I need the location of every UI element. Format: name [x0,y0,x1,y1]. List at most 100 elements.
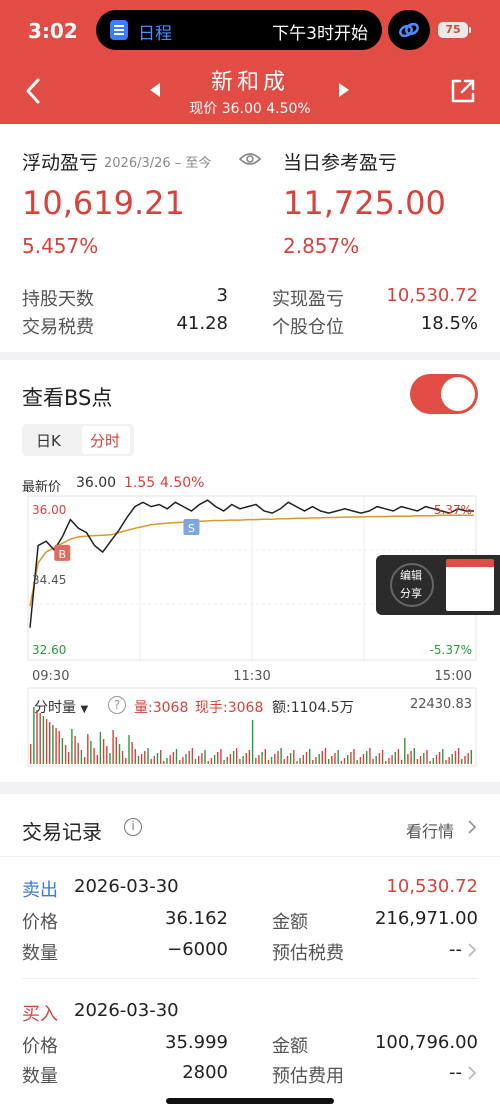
view-market-link[interactable]: 看行情 [406,818,454,842]
bs-toggle[interactable] [410,374,478,414]
volume-bar [289,753,292,764]
volume-bar [248,750,251,764]
float-profit-pct: 5.457% [22,234,99,258]
volume-bar [93,748,95,764]
overlay-thumbnail [446,559,494,611]
trade-type-buy: 买入 [22,1004,58,1025]
volume-bar [274,754,276,764]
volume-bar [442,749,444,764]
money-label: 金额 [272,1036,308,1057]
y-top-label: 36.00 [32,503,66,517]
volume-bar [112,730,114,764]
volume-bar [464,756,466,764]
volume-bar [172,752,175,764]
volume-bar [353,749,355,764]
app-header: 3:02 日程 下午3时开始 75 新和成 现价 36.00 4.50% [0,0,500,124]
volume-bar [213,755,216,764]
volume-bar [413,748,415,764]
home-indicator [166,1098,334,1104]
volume-bar [36,710,38,764]
volume-bar [102,739,105,764]
volume-bar [96,755,98,764]
volume-bar [239,759,241,764]
latest-pct: 4.50% [160,475,205,491]
volume-bar [343,758,346,764]
volume-bar [185,754,187,764]
volume-bar [83,757,86,764]
volume-bar [74,736,76,764]
volume-bar [426,750,428,764]
money-value: 100,796.00 [374,1032,478,1053]
volume-bar [400,760,403,764]
volume-bar [299,758,301,764]
volume-bar [404,738,406,764]
latest-change: 1.55 [124,475,156,491]
float-profit-value: 10,619.21 [22,184,185,222]
overlay-edit[interactable]: 编辑 [400,567,422,583]
volume-bar [30,744,32,764]
volume-bar [356,760,358,764]
day-profit-value: 11,725.00 [283,184,446,222]
chevron-right-icon[interactable] [466,1064,478,1082]
volume-bar [293,750,295,764]
volume-bar [457,748,460,764]
realized-profit-value: 10,530.72 [386,285,478,306]
pct-bottom-label: -5.37% [430,643,472,657]
next-stock-button[interactable] [339,83,349,97]
status-time: 3:02 [28,19,78,43]
volume-bar [277,751,279,764]
volume-bar [283,759,285,764]
fee-value: -- [449,1062,462,1083]
qty-value: −6000 [167,939,228,960]
link-icon [399,22,419,38]
qty-label: 数量 [22,1066,58,1087]
volume-bar [381,750,384,764]
x-label-close: 15:00 [435,669,472,684]
volume-bar [229,754,232,764]
volume-bar [128,735,130,764]
volume-bar [328,759,330,764]
volume-bar [324,748,327,764]
toggle-knob [441,377,475,411]
price-label: 价格 [22,912,58,933]
price-value: 36.162 [165,908,228,929]
overlay-share[interactable]: 分享 [400,585,422,601]
calendar-icon [110,20,128,40]
volume-bar [334,753,336,764]
hold-days-value: 3 [216,285,228,306]
eye-icon[interactable] [238,150,262,168]
volume-bar [198,756,200,764]
volume-bar [64,745,67,764]
link-chip[interactable] [388,10,430,50]
volume-bar [226,757,228,764]
battery-indicator: 75 [438,22,468,38]
volume-bar [220,749,222,764]
volume-bar [58,731,60,764]
dynamic-island[interactable]: 日程 下午3时开始 [96,10,382,50]
volume-bar [153,756,155,764]
volume-bar [429,761,431,764]
info-icon[interactable]: i [124,818,142,836]
stock-name: 新和成 [210,70,289,95]
volume-bar [410,751,412,764]
chevron-right-icon[interactable] [466,818,478,836]
volume-bar [448,757,450,764]
volume-bar [359,757,362,764]
trade-date: 2026-03-30 [74,1000,179,1021]
volume-bar [194,759,197,764]
volume-bar [175,749,178,764]
share-icon[interactable] [448,76,478,106]
volume-bar [131,742,133,764]
volume-bar [286,756,289,764]
volume-bar [137,756,140,764]
volume-bar [121,751,124,764]
chevron-right-icon[interactable] [466,941,478,959]
edit-share-overlay[interactable]: 编辑 分享 [376,555,500,615]
volume-bar [416,759,419,764]
chart-tabs: 日K 分时 [22,424,134,456]
volume-bar [438,752,441,764]
tab-day-k[interactable]: 日K [36,430,61,451]
volume-bar [302,755,304,764]
tab-intraday[interactable]: 分时 [90,430,120,451]
position-ratio-value: 18.5% [420,313,478,334]
